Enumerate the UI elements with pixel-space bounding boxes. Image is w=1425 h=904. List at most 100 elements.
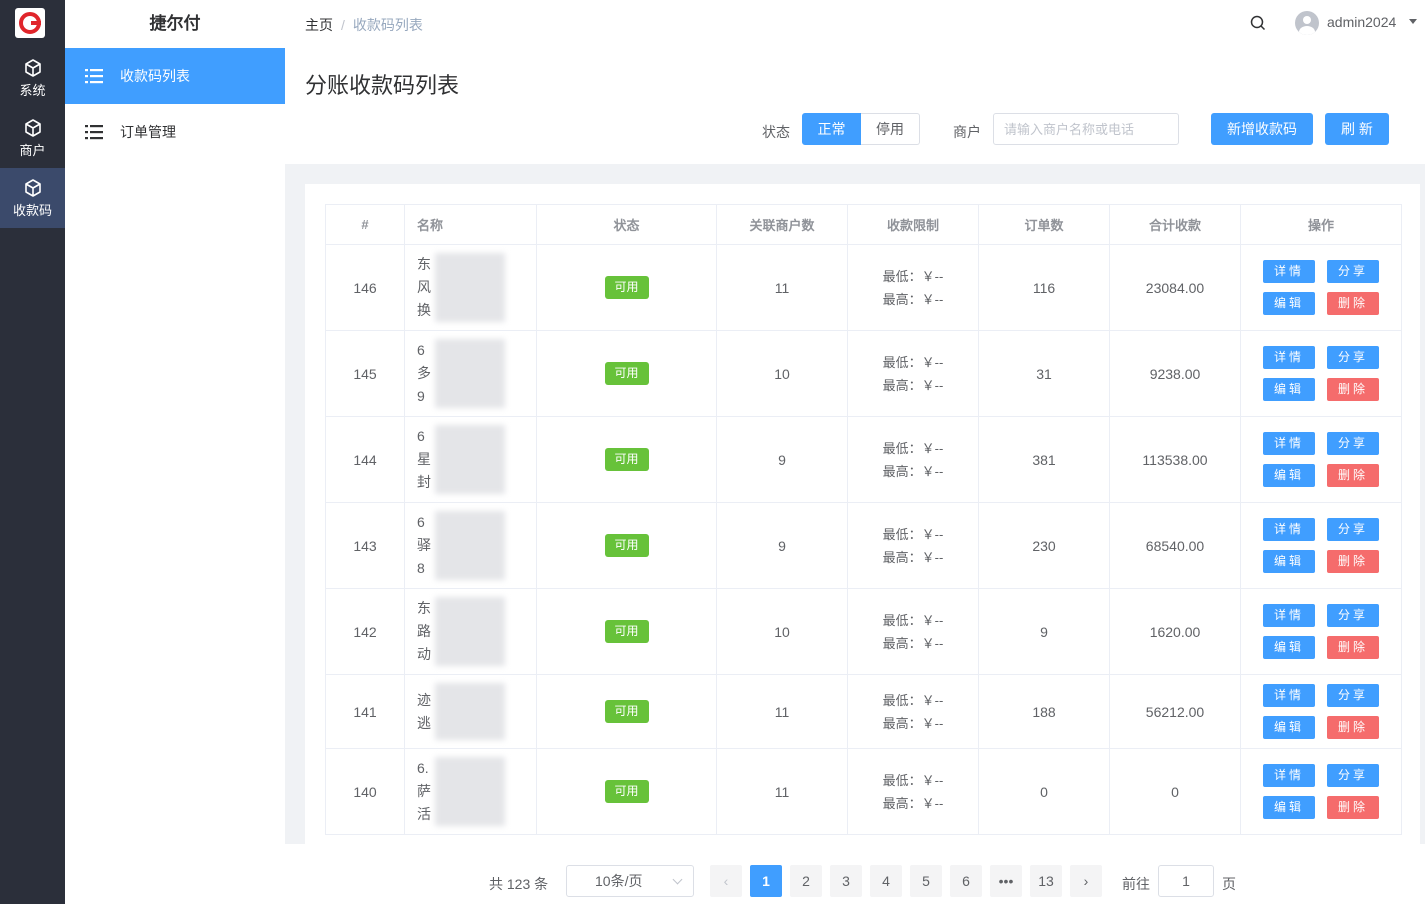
status-normal-button[interactable]: 正常: [802, 113, 861, 145]
page-size-select[interactable]: 10条/页: [566, 865, 694, 897]
pagination: 共 123 条 10条/页 ‹ 123456•••13 › 前往 页: [285, 844, 1425, 904]
goto-suffix: 页: [1222, 876, 1236, 892]
rail-item-label: 收款码: [12, 203, 52, 218]
share-button[interactable]: 分享: [1327, 518, 1379, 541]
share-button[interactable]: 分享: [1327, 604, 1379, 627]
breadcrumb-home[interactable]: 主页: [305, 17, 333, 33]
edit-button[interactable]: 编辑: [1263, 292, 1315, 315]
total-count: 共 123 条: [489, 876, 549, 892]
cell-merchants: 9: [716, 502, 848, 589]
sidebar-item-label: 订单管理: [120, 124, 176, 140]
share-button[interactable]: 分享: [1327, 432, 1379, 455]
next-page-button[interactable]: ›: [1070, 865, 1102, 897]
table-row: 141 迹逃可用 11 最低：￥-- 最高：￥-- 188 56212.00 详情 分享 编辑 删除: [325, 674, 1402, 749]
share-button[interactable]: 分享: [1327, 260, 1379, 283]
detail-button[interactable]: 详情: [1263, 346, 1315, 369]
page-head: 分账收款码列表 状态 正常 停用 商户 新增收款码 刷 新: [285, 48, 1425, 164]
page-number-button[interactable]: 3: [830, 865, 862, 897]
cell-id: 146: [325, 244, 405, 331]
detail-button[interactable]: 详情: [1263, 260, 1315, 283]
search-icon[interactable]: [1250, 15, 1266, 31]
share-button[interactable]: 分享: [1327, 684, 1379, 707]
delete-button[interactable]: 删除: [1327, 550, 1379, 573]
delete-button[interactable]: 删除: [1327, 378, 1379, 401]
table-row: 142 东路动可用 10 最低：￥-- 最高：￥-- 9 1620.00 详情 分享 编辑 删除: [325, 588, 1402, 675]
edit-button[interactable]: 编辑: [1263, 716, 1315, 739]
prev-page-button[interactable]: ‹: [710, 865, 742, 897]
edit-button[interactable]: 编辑: [1263, 464, 1315, 487]
redacted-blur: [435, 683, 505, 740]
limit-min: 最低：￥--: [882, 612, 944, 628]
limit-max: 最高：￥--: [882, 549, 944, 565]
detail-button[interactable]: 详情: [1263, 518, 1315, 541]
limit-max: 最高：￥--: [882, 377, 944, 393]
delete-button[interactable]: 删除: [1327, 636, 1379, 659]
page-number-button[interactable]: 6: [950, 865, 982, 897]
page-number-button[interactable]: 5: [910, 865, 942, 897]
status-badge: 可用: [604, 620, 649, 643]
limit-min: 最低：￥--: [882, 354, 944, 370]
edit-button[interactable]: 编辑: [1263, 378, 1315, 401]
limit-max: 最高：￥--: [882, 291, 944, 307]
cell-total: 113538.00: [1109, 416, 1241, 503]
limit-max: 最高：￥--: [882, 715, 944, 731]
app-logo[interactable]: [15, 8, 45, 38]
cell-merchants: 9: [716, 416, 848, 503]
detail-button[interactable]: 详情: [1263, 604, 1315, 627]
sidebar-item-paycode-list[interactable]: 收款码列表: [65, 48, 285, 104]
redacted-blur: [435, 597, 505, 666]
avatar[interactable]: [1295, 11, 1319, 35]
table-row: 145 6 多 9 可用 10 最低：￥-- 最高：￥-- 31 9238.00 详情 分享 编辑 删除: [325, 330, 1402, 417]
detail-button[interactable]: 详情: [1263, 764, 1315, 787]
delete-button[interactable]: 删除: [1327, 464, 1379, 487]
caret-down-icon[interactable]: [1409, 19, 1417, 24]
status-toggle: 正常 停用: [802, 113, 920, 145]
username[interactable]: admin2024: [1327, 14, 1396, 30]
more-pages-button[interactable]: •••: [990, 865, 1022, 897]
share-button[interactable]: 分享: [1327, 346, 1379, 369]
share-button[interactable]: 分享: [1327, 764, 1379, 787]
rail-item-merchant[interactable]: 商户: [0, 108, 65, 168]
goto-page-input[interactable]: [1158, 865, 1214, 897]
delete-button[interactable]: 删除: [1327, 796, 1379, 819]
refresh-button[interactable]: 刷 新: [1325, 113, 1389, 145]
status-disabled-button[interactable]: 停用: [861, 113, 920, 145]
column-header: 名称: [404, 204, 537, 245]
edit-button[interactable]: 编辑: [1263, 550, 1315, 573]
rail-item-paycode[interactable]: 收款码: [0, 168, 65, 228]
page-number-button[interactable]: 4: [870, 865, 902, 897]
rail-item-system[interactable]: 系统: [0, 48, 65, 108]
sidebar-item-orders[interactable]: 订单管理: [65, 104, 285, 160]
breadcrumb-separator: /: [341, 17, 345, 33]
merchant-search-input[interactable]: [993, 113, 1179, 145]
edit-button[interactable]: 编辑: [1263, 636, 1315, 659]
cell-status: 可用: [536, 416, 717, 503]
status-badge: 可用: [604, 780, 649, 803]
cell-name: 东风换: [404, 244, 537, 331]
cell-id: 140: [325, 748, 405, 835]
cell-name: 6星封: [404, 416, 537, 503]
cell-id: 141: [325, 674, 405, 749]
cell-merchants: 10: [716, 588, 848, 675]
page-number-button[interactable]: 1: [750, 865, 782, 897]
limit-max: 最高：￥--: [882, 635, 944, 651]
cell-name: 迹逃: [404, 674, 537, 749]
edit-button[interactable]: 编辑: [1263, 796, 1315, 819]
table-row: 143 6 驿 8 可用 9 最低：￥-- 最高：￥-- 230 68540.00 详情 分享 编辑 删除: [325, 502, 1402, 589]
delete-button[interactable]: 删除: [1327, 292, 1379, 315]
cell-total: 0: [1109, 748, 1241, 835]
detail-button[interactable]: 详情: [1263, 432, 1315, 455]
page-number-button[interactable]: 2: [790, 865, 822, 897]
add-paycode-button[interactable]: 新增收款码: [1211, 113, 1313, 145]
page-number-button[interactable]: 13: [1030, 865, 1062, 897]
cell-actions: 详情 分享 编辑 删除: [1240, 416, 1402, 503]
table-card: # 名称 状态 关联商户数 收款限制 订单数 合计收款 操作 146 东风换可用 1…: [305, 184, 1420, 844]
cell-orders: 31: [978, 330, 1110, 417]
detail-button[interactable]: 详情: [1263, 684, 1315, 707]
delete-button[interactable]: 删除: [1327, 716, 1379, 739]
cell-orders: 381: [978, 416, 1110, 503]
paycode-table: # 名称 状态 关联商户数 收款限制 订单数 合计收款 操作 146 东风换可用 1…: [325, 204, 1402, 835]
cell-merchants: 11: [716, 748, 848, 835]
redacted-blur: [435, 339, 505, 408]
cell-name: 东路动: [404, 588, 537, 675]
